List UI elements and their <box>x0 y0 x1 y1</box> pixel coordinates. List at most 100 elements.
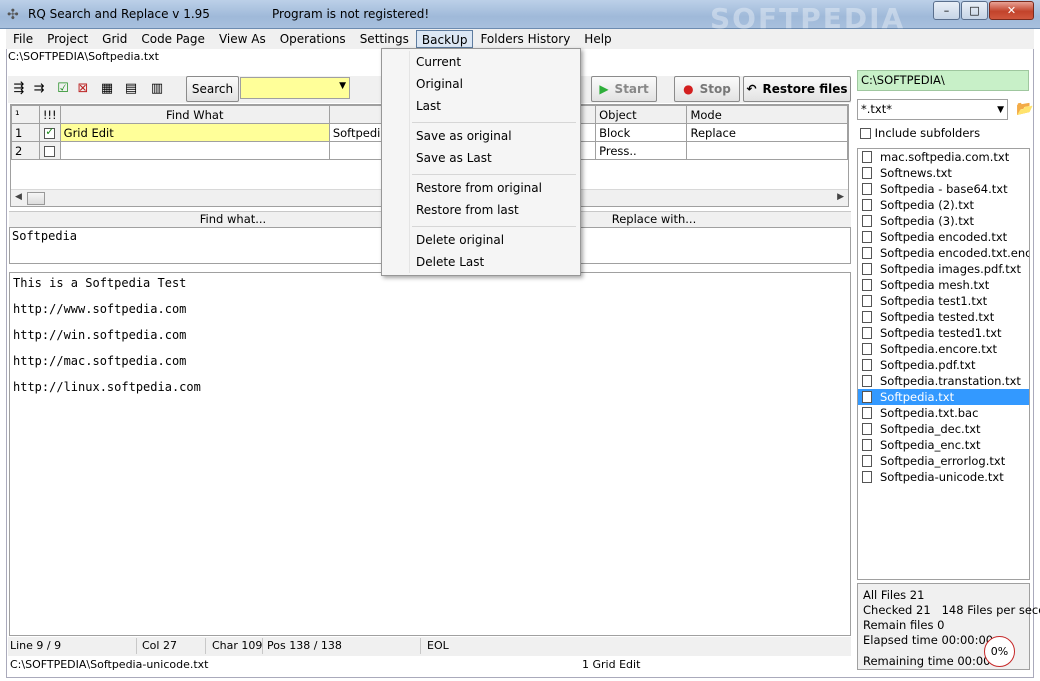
status-col: Col 27 <box>142 639 177 652</box>
header-object[interactable]: Object <box>595 105 688 124</box>
scroll-right-icon[interactable]: ▶ <box>837 192 844 202</box>
file-icon <box>862 215 872 227</box>
cell-object[interactable]: Block <box>595 123 688 142</box>
list-item[interactable]: Softpedia - base64.txt <box>858 181 1029 197</box>
status-eol: EOL <box>427 639 449 652</box>
list-item[interactable]: Softpedia encoded.txt.encr <box>858 245 1029 261</box>
menu-backup[interactable]: BackUp <box>415 30 474 48</box>
menu-grid[interactable]: Grid <box>95 30 134 48</box>
cell-find[interactable] <box>59 141 330 160</box>
menu-item-original[interactable]: Original <box>416 77 463 91</box>
list-item[interactable]: Softpedia.encore.txt <box>858 341 1029 357</box>
menu-help[interactable]: Help <box>577 30 618 48</box>
menu-project[interactable]: Project <box>40 30 95 48</box>
file-icon <box>862 455 872 467</box>
cell-object[interactable]: Press.. <box>595 141 688 160</box>
scroll-left-icon[interactable]: ◀ <box>15 192 22 202</box>
folder-path[interactable]: C:\SOFTPEDIA\ <box>857 70 1029 91</box>
cell-find[interactable]: Grid Edit <box>59 123 330 142</box>
include-subfolders-checkbox[interactable] <box>860 128 871 139</box>
header-find-what[interactable]: Find What <box>59 105 330 124</box>
status-pos: Pos 138 / 138 <box>267 639 342 652</box>
list-item[interactable]: Softpedia_errorlog.txt <box>858 453 1029 469</box>
cell-mode[interactable]: Replace <box>686 123 848 142</box>
stat-checked: Checked 21 <box>863 603 931 617</box>
close-button[interactable]: ✕ <box>989 1 1034 20</box>
file-name: Softpedia mesh.txt <box>880 278 990 292</box>
file-icon <box>862 327 872 339</box>
file-name: Softpedia-unicode.txt <box>880 470 1004 484</box>
list-item[interactable]: Softpedia tested.txt <box>858 309 1029 325</box>
row-checkbox[interactable] <box>44 145 56 157</box>
chevron-down-icon[interactable]: ▼ <box>997 105 1004 115</box>
list-item[interactable]: Softpedia (3).txt <box>858 213 1029 229</box>
file-icon <box>862 359 872 371</box>
menu-code-page[interactable]: Code Page <box>134 30 212 48</box>
search-combo[interactable]: ▼ <box>240 77 350 99</box>
cell-mode[interactable] <box>686 141 848 160</box>
search-button[interactable]: Search <box>186 76 239 102</box>
list-item[interactable]: mac.softpedia.com.txt <box>858 149 1029 165</box>
status-separator <box>420 638 421 654</box>
scroll-thumb[interactable] <box>27 192 45 205</box>
window-controls: – □ ✕ <box>932 1 1034 20</box>
menu-item-delete-original[interactable]: Delete original <box>416 233 504 247</box>
status-separator <box>205 638 206 654</box>
grid-export-icon[interactable]: ⇶ <box>10 80 28 97</box>
title-bar: ✣ RQ Search and Replace v 1.95 Program i… <box>0 0 1040 35</box>
list-item[interactable]: Softpedia_enc.txt <box>858 437 1029 453</box>
stop-button[interactable]: ● Stop <box>674 76 740 102</box>
list-item[interactable]: Softpedia.txt <box>858 389 1029 405</box>
editor-area[interactable]: This is a Softpedia Test http://www.soft… <box>9 272 851 636</box>
menu-folders-history[interactable]: Folders History <box>473 30 577 48</box>
maximize-button[interactable]: □ <box>961 1 988 20</box>
progress-indicator: 0% <box>984 636 1015 667</box>
menu-item-last[interactable]: Last <box>416 99 441 113</box>
chevron-down-icon[interactable]: ▼ <box>339 81 346 91</box>
list-item[interactable]: Softpedia_dec.txt <box>858 421 1029 437</box>
file-list[interactable]: mac.softpedia.com.txt Softnews.txt Softped… <box>857 148 1030 580</box>
list-item[interactable]: Softpedia test1.txt <box>858 293 1029 309</box>
file-icon <box>862 279 872 291</box>
header-mode[interactable]: Mode <box>686 105 848 124</box>
grid-columns-icon[interactable]: ▤ <box>122 80 140 97</box>
file-icon <box>862 199 872 211</box>
menu-item-current[interactable]: Current <box>416 55 461 69</box>
list-item[interactable]: Softpedia.transtation.txt <box>858 373 1029 389</box>
menu-view-as[interactable]: View As <box>212 30 273 48</box>
status-grid-info: 1 Grid Edit <box>582 658 641 671</box>
grid-import-icon[interactable]: ⇉ <box>30 80 48 97</box>
grid-view-icon[interactable]: ▦ <box>98 80 116 97</box>
row-checkbox[interactable] <box>44 125 56 139</box>
restore-files-button[interactable]: ↶ Restore files <box>743 76 851 102</box>
grid-rows-icon[interactable]: ▥ <box>148 80 166 97</box>
list-item[interactable]: Softpedia tested1.txt <box>858 325 1029 341</box>
menu-file[interactable]: File <box>6 30 40 48</box>
list-item[interactable]: Softpedia-unicode.txt <box>858 469 1029 485</box>
menu-settings[interactable]: Settings <box>353 30 416 48</box>
file-name: Softpedia.txt <box>880 390 955 404</box>
menu-item-restore-from-original[interactable]: Restore from original <box>416 181 542 195</box>
menu-item-delete-last[interactable]: Delete Last <box>416 255 484 269</box>
file-name: Softpedia_dec.txt <box>880 422 981 436</box>
clear-grid-icon[interactable]: ⊠ <box>74 80 92 97</box>
list-item[interactable]: Softpedia.txt.bac <box>858 405 1029 421</box>
menu-item-save-as-original[interactable]: Save as original <box>416 129 512 143</box>
minimize-button[interactable]: – <box>933 1 960 20</box>
list-item[interactable]: Softpedia.pdf.txt <box>858 357 1029 373</box>
menu-gutter <box>409 51 410 273</box>
open-folder-icon[interactable]: 📂 <box>1014 99 1036 120</box>
check-all-icon[interactable]: ☑ <box>54 80 72 97</box>
file-icon <box>862 311 872 323</box>
menu-operations[interactable]: Operations <box>273 30 353 48</box>
list-item[interactable]: Softpedia images.pdf.txt <box>858 261 1029 277</box>
menu-item-save-as-last[interactable]: Save as Last <box>416 151 492 165</box>
list-item[interactable]: Softpedia (2).txt <box>858 197 1029 213</box>
start-button[interactable]: ▶ Start <box>591 76 657 102</box>
file-filter-combo[interactable]: *.txt* ▼ <box>857 99 1008 120</box>
menu-item-restore-from-last[interactable]: Restore from last <box>416 203 519 217</box>
list-item[interactable]: Softpedia mesh.txt <box>858 277 1029 293</box>
list-item[interactable]: Softnews.txt <box>858 165 1029 181</box>
include-subfolders-option[interactable]: Include subfolders <box>860 126 980 140</box>
list-item[interactable]: Softpedia encoded.txt <box>858 229 1029 245</box>
